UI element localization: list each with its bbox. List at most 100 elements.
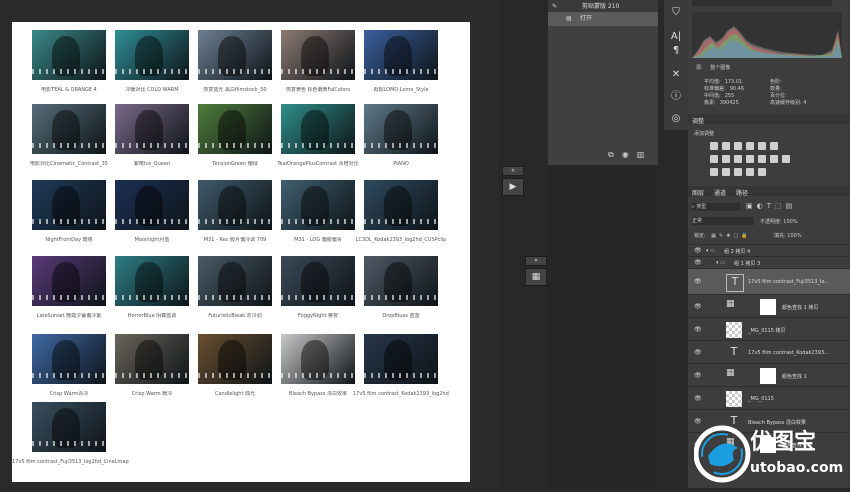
preset-thumbnail <box>281 256 355 306</box>
adjustment-icon[interactable] <box>722 142 730 150</box>
document-canvas[interactable]: 电影TEAL & ORANGE 4 冷暖对比 COLD WARM 恢复蓝光 黑白fi… <box>12 22 470 482</box>
histogram-source-value[interactable]: 整个图像 <box>710 65 730 71</box>
layers-tab[interactable]: 路径 <box>736 188 748 197</box>
adjustments-title[interactable]: 调整 <box>692 116 704 125</box>
info-icon[interactable]: ⓘ <box>664 88 688 106</box>
layer-mask-thumbnail[interactable] <box>760 367 776 384</box>
preset-caption: 恢复蓝光 黑白filmstock_50 <box>203 87 267 93</box>
panel-dock-strip: « ▶ « ▦ <box>498 0 548 488</box>
preset-thumbnail <box>32 334 106 384</box>
adjustment-icon[interactable] <box>734 142 742 150</box>
adjustment-icon[interactable] <box>758 142 766 150</box>
type-filter-icon[interactable]: T <box>767 202 775 210</box>
preset-caption: FuturisticBleak 灰冷调 <box>208 313 262 319</box>
layer-row[interactable]: 👁 T 17v5 film contrast_Kodak2393... <box>688 340 850 364</box>
bokeh-lights <box>198 373 272 378</box>
adjustment-icon[interactable] <box>770 142 778 150</box>
visibility-eye-icon[interactable]: 👁 <box>694 303 702 310</box>
visibility-eye-icon[interactable]: 👁 <box>694 349 702 356</box>
adjustment-icon[interactable] <box>710 142 718 150</box>
tools-icon[interactable]: ✕ <box>664 66 688 84</box>
visibility-eye-icon[interactable]: 👁 <box>694 247 702 254</box>
collapse-icon[interactable]: « <box>525 256 547 266</box>
layer-row[interactable]: 👁 ▦ 颜色查找 1 <box>688 363 850 387</box>
adjustment-filter-icon[interactable]: ◐ <box>757 202 767 210</box>
watermark-brand: 优图宝 <box>750 430 817 455</box>
panel-icon[interactable]: ▦ <box>525 268 547 286</box>
layer-name: 组 1 拷贝 3 <box>734 261 761 267</box>
history-item-open[interactable]: ▤ 打开 <box>548 12 658 26</box>
layer-row[interactable]: 👁 _MG_0115 拷贝 <box>688 317 850 341</box>
visibility-eye-icon[interactable]: 👁 <box>694 259 702 266</box>
adjustment-icon[interactable] <box>782 155 790 163</box>
trash-icon[interactable]: ▥ <box>637 150 653 159</box>
layer-row[interactable]: 👁 T 17v5 film contrast_Fuji3513_lo... <box>688 268 850 295</box>
adjustment-icon[interactable] <box>746 155 754 163</box>
layers-tab[interactable]: 通道 <box>714 188 726 197</box>
fill-value[interactable]: 100% <box>787 233 801 239</box>
layer-row[interactable]: 👁 ▦ 颜色查找 1 拷贝 <box>688 294 850 318</box>
collapse-icon[interactable]: « <box>502 166 524 176</box>
canvas-area[interactable]: 电影TEAL & ORANGE 4 冷暖对比 COLD WARM 恢复蓝光 黑白fi… <box>0 0 498 488</box>
preset-image <box>115 30 189 80</box>
stamp-icon[interactable]: ⛉ <box>664 4 688 22</box>
bokeh-lights <box>198 69 272 74</box>
shape-filter-icon[interactable]: ⬚ <box>775 202 786 210</box>
layer-mask-thumbnail[interactable] <box>760 298 776 315</box>
adjustment-icon[interactable] <box>758 155 766 163</box>
preset-thumbnail <box>32 30 106 80</box>
visibility-eye-icon[interactable]: 👁 <box>694 372 702 379</box>
preset-thumbnail <box>115 334 189 384</box>
pixel-filter-icon[interactable]: ▣ <box>746 202 757 210</box>
bokeh-lights <box>32 69 106 74</box>
adjustment-icon[interactable] <box>710 168 718 176</box>
adjustment-icon[interactable] <box>746 168 754 176</box>
bokeh-lights <box>198 295 272 300</box>
preset-image <box>32 402 106 452</box>
play-action-button[interactable]: ▶ <box>502 178 524 196</box>
visibility-eye-icon[interactable]: 👁 <box>694 326 702 333</box>
opacity-value[interactable]: 100% <box>783 219 797 225</box>
preset-caption: PIANO <box>393 161 409 167</box>
properties-icon[interactable]: ◎ <box>664 110 688 128</box>
smart-filter-icon[interactable]: ▤ <box>786 202 797 210</box>
bokeh-lights <box>198 143 272 148</box>
adjustment-icon[interactable] <box>746 142 754 150</box>
camera-icon[interactable]: ◉ <box>622 150 637 159</box>
preset-image <box>198 180 272 230</box>
bokeh-lights <box>32 295 106 300</box>
blend-mode-value: 正常 <box>692 218 703 224</box>
bokeh-lights <box>281 69 355 74</box>
adjustment-icon[interactable] <box>734 155 742 163</box>
adjustment-icon[interactable] <box>734 168 742 176</box>
paragraph-icon[interactable]: ¶ <box>664 42 688 60</box>
histogram-stat: 中间值: 255 <box>704 92 734 99</box>
layer-kind-filter[interactable]: ⌕ 类型 <box>692 203 740 211</box>
preset-caption: 电影TEAL & ORANGE 4 <box>41 87 97 93</box>
watermark: 优图宝 utobao.com <box>693 420 850 488</box>
preset-caption: LateSunset 晚霞夕暮偏冷紫 <box>36 313 102 319</box>
layer-name: 组 2 拷贝 4 <box>724 249 751 255</box>
visibility-eye-icon[interactable]: 👁 <box>694 395 702 402</box>
preset-caption: Crisp Warm 暖冷 <box>131 391 173 397</box>
preset-image <box>281 30 355 80</box>
opacity-label: 不透明度: <box>760 219 782 225</box>
histogram-stat-right: 高速缓存级别: 4 <box>770 100 807 106</box>
layers-tab[interactable]: 图层 <box>692 188 704 197</box>
adjustment-icon[interactable] <box>758 168 766 176</box>
layer-row[interactable]: 👁 _MG_0115 <box>688 386 850 410</box>
adjustment-icon[interactable] <box>722 168 730 176</box>
preset-caption: 17v5 film contrast_Fuji3513_log2hd_CineL… <box>12 459 129 465</box>
adjustment-icon[interactable] <box>710 155 718 163</box>
blend-mode-select[interactable]: 正常 <box>692 217 754 225</box>
adjustment-icon[interactable] <box>722 155 730 163</box>
histogram-source-field[interactable] <box>692 0 832 6</box>
preset-caption: Moonlight月蓝 <box>134 237 170 243</box>
preset-caption: 紫樱Ice_Queen <box>133 161 171 167</box>
histogram-stat-right: 数量: <box>770 86 782 92</box>
adjustment-icon[interactable] <box>770 155 778 163</box>
new-document-icon[interactable]: ⧉ <box>608 150 622 159</box>
visibility-eye-icon[interactable]: 👁 <box>694 278 702 285</box>
lock-icons[interactable]: ▦✎✥▢🔒 <box>711 233 750 239</box>
preset-thumbnail <box>364 180 438 230</box>
